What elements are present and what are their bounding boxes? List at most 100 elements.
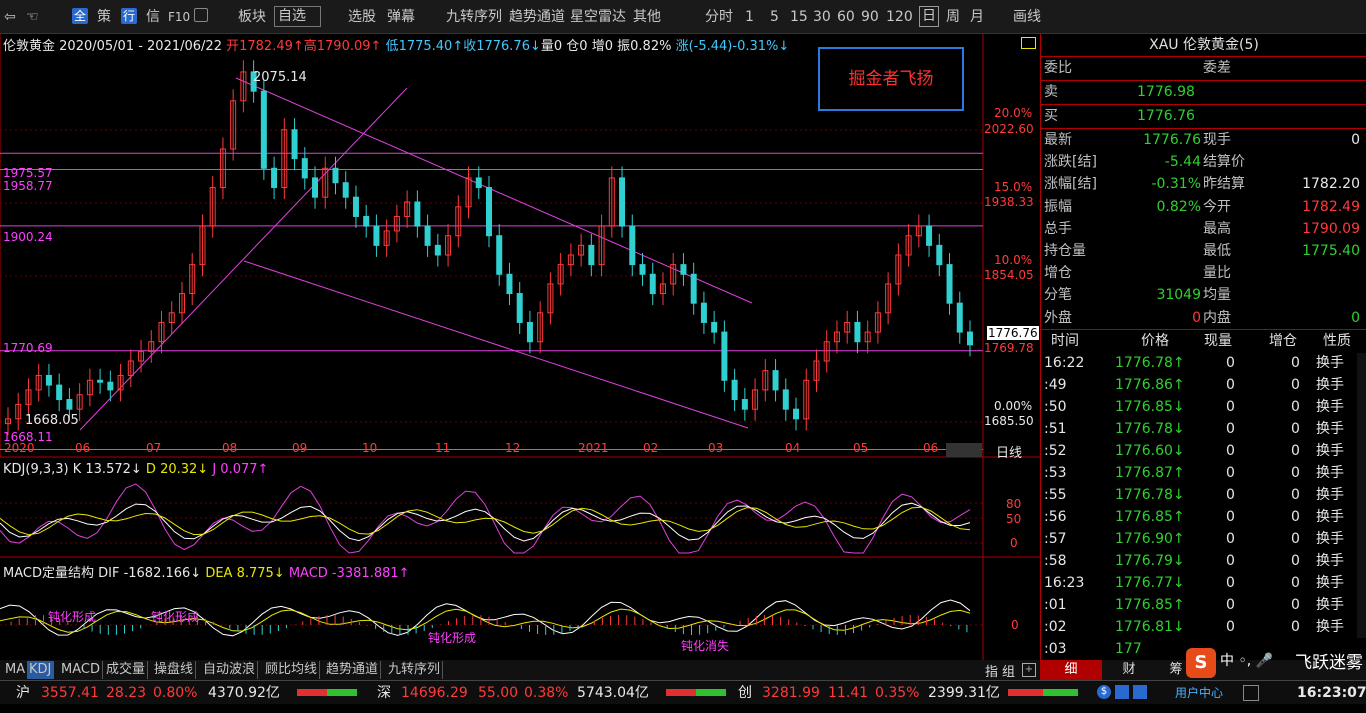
period-120[interactable]: 120 bbox=[886, 8, 913, 26]
tab-2[interactable]: MACD bbox=[59, 661, 103, 679]
period-month[interactable]: 月 bbox=[970, 8, 984, 26]
kdj-level-80: 80 bbox=[1006, 497, 1022, 511]
stats-value: 1776.76 bbox=[1143, 132, 1201, 148]
tick-row: :58 1776.79↓ 0 0 换手 bbox=[1041, 550, 1357, 572]
period-90[interactable]: 90 bbox=[861, 8, 879, 26]
tab-group[interactable]: 组 bbox=[1002, 661, 1015, 680]
expand-icon[interactable] bbox=[1021, 37, 1036, 49]
period-15[interactable]: 15 bbox=[790, 8, 808, 26]
period-1[interactable]: 1 bbox=[745, 8, 754, 26]
macd-tag-4: 钝化消失 bbox=[681, 639, 730, 653]
dollar-icon[interactable]: $ bbox=[1097, 685, 1111, 699]
tick-type: 换手 bbox=[1316, 553, 1344, 569]
news-icon[interactable] bbox=[1115, 685, 1129, 699]
macd-dif: DIF -1682.166↓ bbox=[98, 566, 202, 581]
stats-row: 持仓量 最低 1775.40 bbox=[1041, 240, 1366, 262]
tick-time: :57 bbox=[1044, 531, 1067, 547]
tab-7[interactable]: 趋势通道 bbox=[324, 661, 382, 679]
f10-button[interactable]: F10 bbox=[168, 8, 190, 26]
candle-body bbox=[956, 302, 963, 333]
cy-bar-down bbox=[1043, 689, 1078, 696]
panel-tab-detail[interactable]: 细 bbox=[1040, 660, 1102, 680]
peak-label: 2075.14 bbox=[253, 70, 307, 85]
tick-price: 1776.81↓ bbox=[1115, 619, 1185, 635]
tick-qty: 0 bbox=[1226, 553, 1235, 569]
alert-icon[interactable] bbox=[1133, 685, 1147, 699]
tick-row: :52 1776.60↓ 0 0 换手 bbox=[1041, 440, 1357, 462]
stats-label: 量比 bbox=[1203, 265, 1231, 282]
stats-label: 涨跌[结] bbox=[1044, 154, 1097, 171]
info-button[interactable]: 信 bbox=[146, 8, 160, 26]
month-label: 11 bbox=[435, 441, 451, 455]
tick-price: 1776.78↓ bbox=[1115, 487, 1185, 503]
tab-3[interactable]: 成交量 bbox=[104, 661, 149, 679]
pct-0: 0.00% bbox=[994, 399, 1033, 413]
tab-5[interactable]: 自动波浪 bbox=[201, 661, 259, 679]
sh-bar-up bbox=[297, 689, 327, 696]
period-intraday[interactable]: 分时 bbox=[705, 8, 733, 26]
sector-button[interactable]: 板块 bbox=[238, 8, 266, 26]
tick-time: :51 bbox=[1044, 421, 1067, 437]
period-5[interactable]: 5 bbox=[770, 8, 779, 26]
scroll-thumb[interactable] bbox=[946, 443, 982, 457]
candle-body bbox=[45, 374, 52, 386]
other-dropdown[interactable]: 其他 bbox=[633, 8, 661, 26]
add-icon[interactable]: + bbox=[1022, 663, 1036, 677]
clock: 16:23:07 bbox=[1297, 685, 1366, 701]
stats-row: 涨跌[结] -5.44 结算价 bbox=[1041, 151, 1366, 173]
chart-area[interactable]: 伦敦黄金 2020/05/01 - 2021/06/22 开1782.49↑高1… bbox=[0, 33, 1040, 660]
tick-row: :02 1776.81↓ 0 0 换手 bbox=[1041, 616, 1357, 638]
nine-turn-button[interactable]: 九转序列 bbox=[446, 8, 502, 26]
candle-body bbox=[721, 331, 728, 381]
radar-button[interactable]: 星空雷达 bbox=[570, 8, 626, 26]
tick-price: 1776.85↓ bbox=[1115, 399, 1185, 415]
strategy-button[interactable]: 策 bbox=[97, 8, 111, 26]
sogou-icon[interactable]: S bbox=[1186, 648, 1216, 678]
tab-8[interactable]: 九转序列 bbox=[386, 661, 444, 679]
stats-row: 振幅 0.82% 今开 1782.49 bbox=[1041, 196, 1366, 218]
tick-inc: 0 bbox=[1291, 377, 1300, 393]
sh-pct: 0.80% bbox=[153, 685, 198, 701]
panel-tab-finance[interactable]: 财 bbox=[1102, 660, 1156, 680]
tick-scrollbar[interactable] bbox=[1357, 353, 1366, 638]
stats-label: 总手 bbox=[1044, 220, 1072, 237]
user-center-link[interactable]: 用户中心 bbox=[1175, 683, 1223, 703]
stats-label: 增仓 bbox=[1044, 265, 1072, 282]
month-label: 12 bbox=[505, 441, 521, 455]
draw-line-button[interactable]: 画线 bbox=[1013, 8, 1041, 26]
watchlist-dropdown[interactable]: 自选 bbox=[274, 6, 321, 27]
candle-body bbox=[352, 196, 359, 217]
candle-body bbox=[97, 379, 104, 383]
tab-4[interactable]: 操盘线 bbox=[152, 661, 197, 679]
price-1769: 1769.78 bbox=[984, 341, 1034, 355]
period-60[interactable]: 60 bbox=[837, 8, 855, 26]
sh-index: 3557.41 bbox=[41, 685, 99, 701]
hand-icon[interactable]: ☜ bbox=[26, 8, 39, 26]
stats-label: 最低 bbox=[1203, 243, 1231, 259]
tab-0[interactable]: MA bbox=[3, 661, 29, 679]
macd-tag-3: 钝化形成 bbox=[428, 631, 477, 645]
tab-1[interactable]: KDJ bbox=[27, 661, 55, 679]
candle-body bbox=[619, 177, 626, 227]
quote-button[interactable]: 行 bbox=[121, 8, 137, 24]
period-day[interactable]: 日 bbox=[919, 6, 939, 27]
trend-channel-button[interactable]: 趋势通道 bbox=[509, 8, 565, 26]
stats-value: -5.44 bbox=[1164, 154, 1201, 171]
pct-10: 10.0% bbox=[994, 253, 1033, 267]
tick-qty: 0 bbox=[1226, 443, 1235, 459]
tab-6[interactable]: 顾比均线 bbox=[263, 661, 321, 679]
tick-qty: 0 bbox=[1226, 399, 1235, 415]
period-30[interactable]: 30 bbox=[813, 8, 831, 26]
period-week[interactable]: 周 bbox=[946, 8, 960, 26]
stock-picker-button[interactable]: 选股 bbox=[348, 8, 376, 26]
tab-index[interactable]: 指 bbox=[985, 661, 998, 680]
candle-body bbox=[926, 225, 933, 246]
danmaku-button[interactable]: 弹幕 bbox=[387, 8, 415, 26]
all-button[interactable]: 全 bbox=[72, 8, 88, 24]
stats-label: 涨幅[结] bbox=[1044, 176, 1097, 193]
window-icon[interactable] bbox=[194, 8, 208, 22]
back-icon[interactable]: ⇦ bbox=[4, 8, 16, 26]
candle-body bbox=[291, 129, 298, 160]
ime-icons[interactable]: 中 ◦, 🎤 bbox=[1220, 650, 1273, 670]
hline-label-4: 1770.69 bbox=[3, 341, 53, 355]
